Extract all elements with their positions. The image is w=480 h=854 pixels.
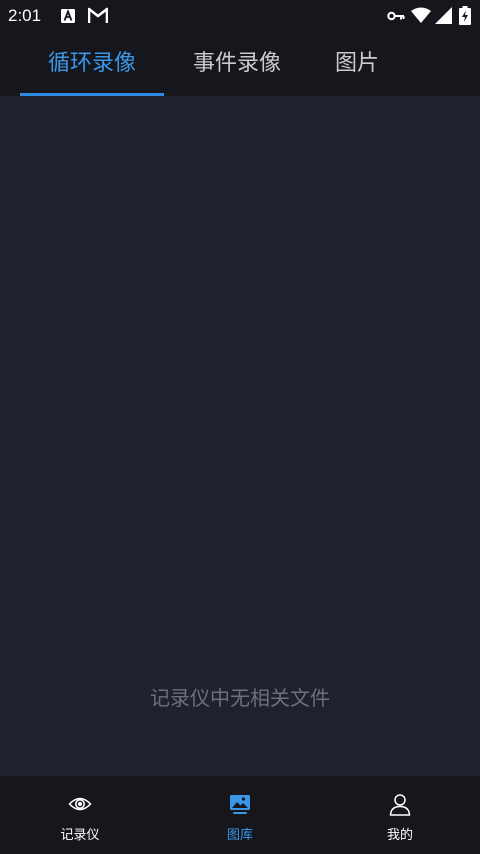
tab-photos[interactable]: 图片: [310, 32, 404, 96]
vpn-key-icon: [387, 11, 405, 21]
nav-item-recorder[interactable]: 记录仪: [0, 776, 160, 854]
nav-item-mine[interactable]: 我的: [320, 776, 480, 854]
person-icon: [389, 794, 411, 816]
a-badge-icon: [61, 9, 75, 23]
wifi-icon: [411, 7, 431, 23]
file-list-area[interactable]: 记录仪中无相关文件: [0, 96, 480, 776]
gmail-m-icon: [88, 7, 108, 23]
empty-state-message: 记录仪中无相关文件: [150, 686, 330, 710]
battery-charging-icon: [459, 6, 471, 25]
eye-icon: [68, 797, 92, 811]
status-time: 2:01: [8, 6, 42, 25]
nav-label-mine: 我的: [386, 828, 413, 843]
cell-signal-icon: [435, 7, 452, 24]
tab-loop-recording[interactable]: 循环录像: [20, 32, 164, 96]
status-bar: 2:01: [0, 0, 480, 32]
nav-label-gallery: 图库: [226, 828, 253, 843]
nav-item-gallery[interactable]: 图库: [160, 776, 320, 854]
tab-bar: 循环录像 事件录像 图片: [0, 32, 480, 96]
gallery-icon: [230, 795, 250, 814]
bottom-nav: 记录仪 图库 我的: [0, 776, 480, 854]
tab-event-recording[interactable]: 事件录像: [165, 32, 309, 96]
nav-label-recorder: 记录仪: [60, 828, 100, 843]
